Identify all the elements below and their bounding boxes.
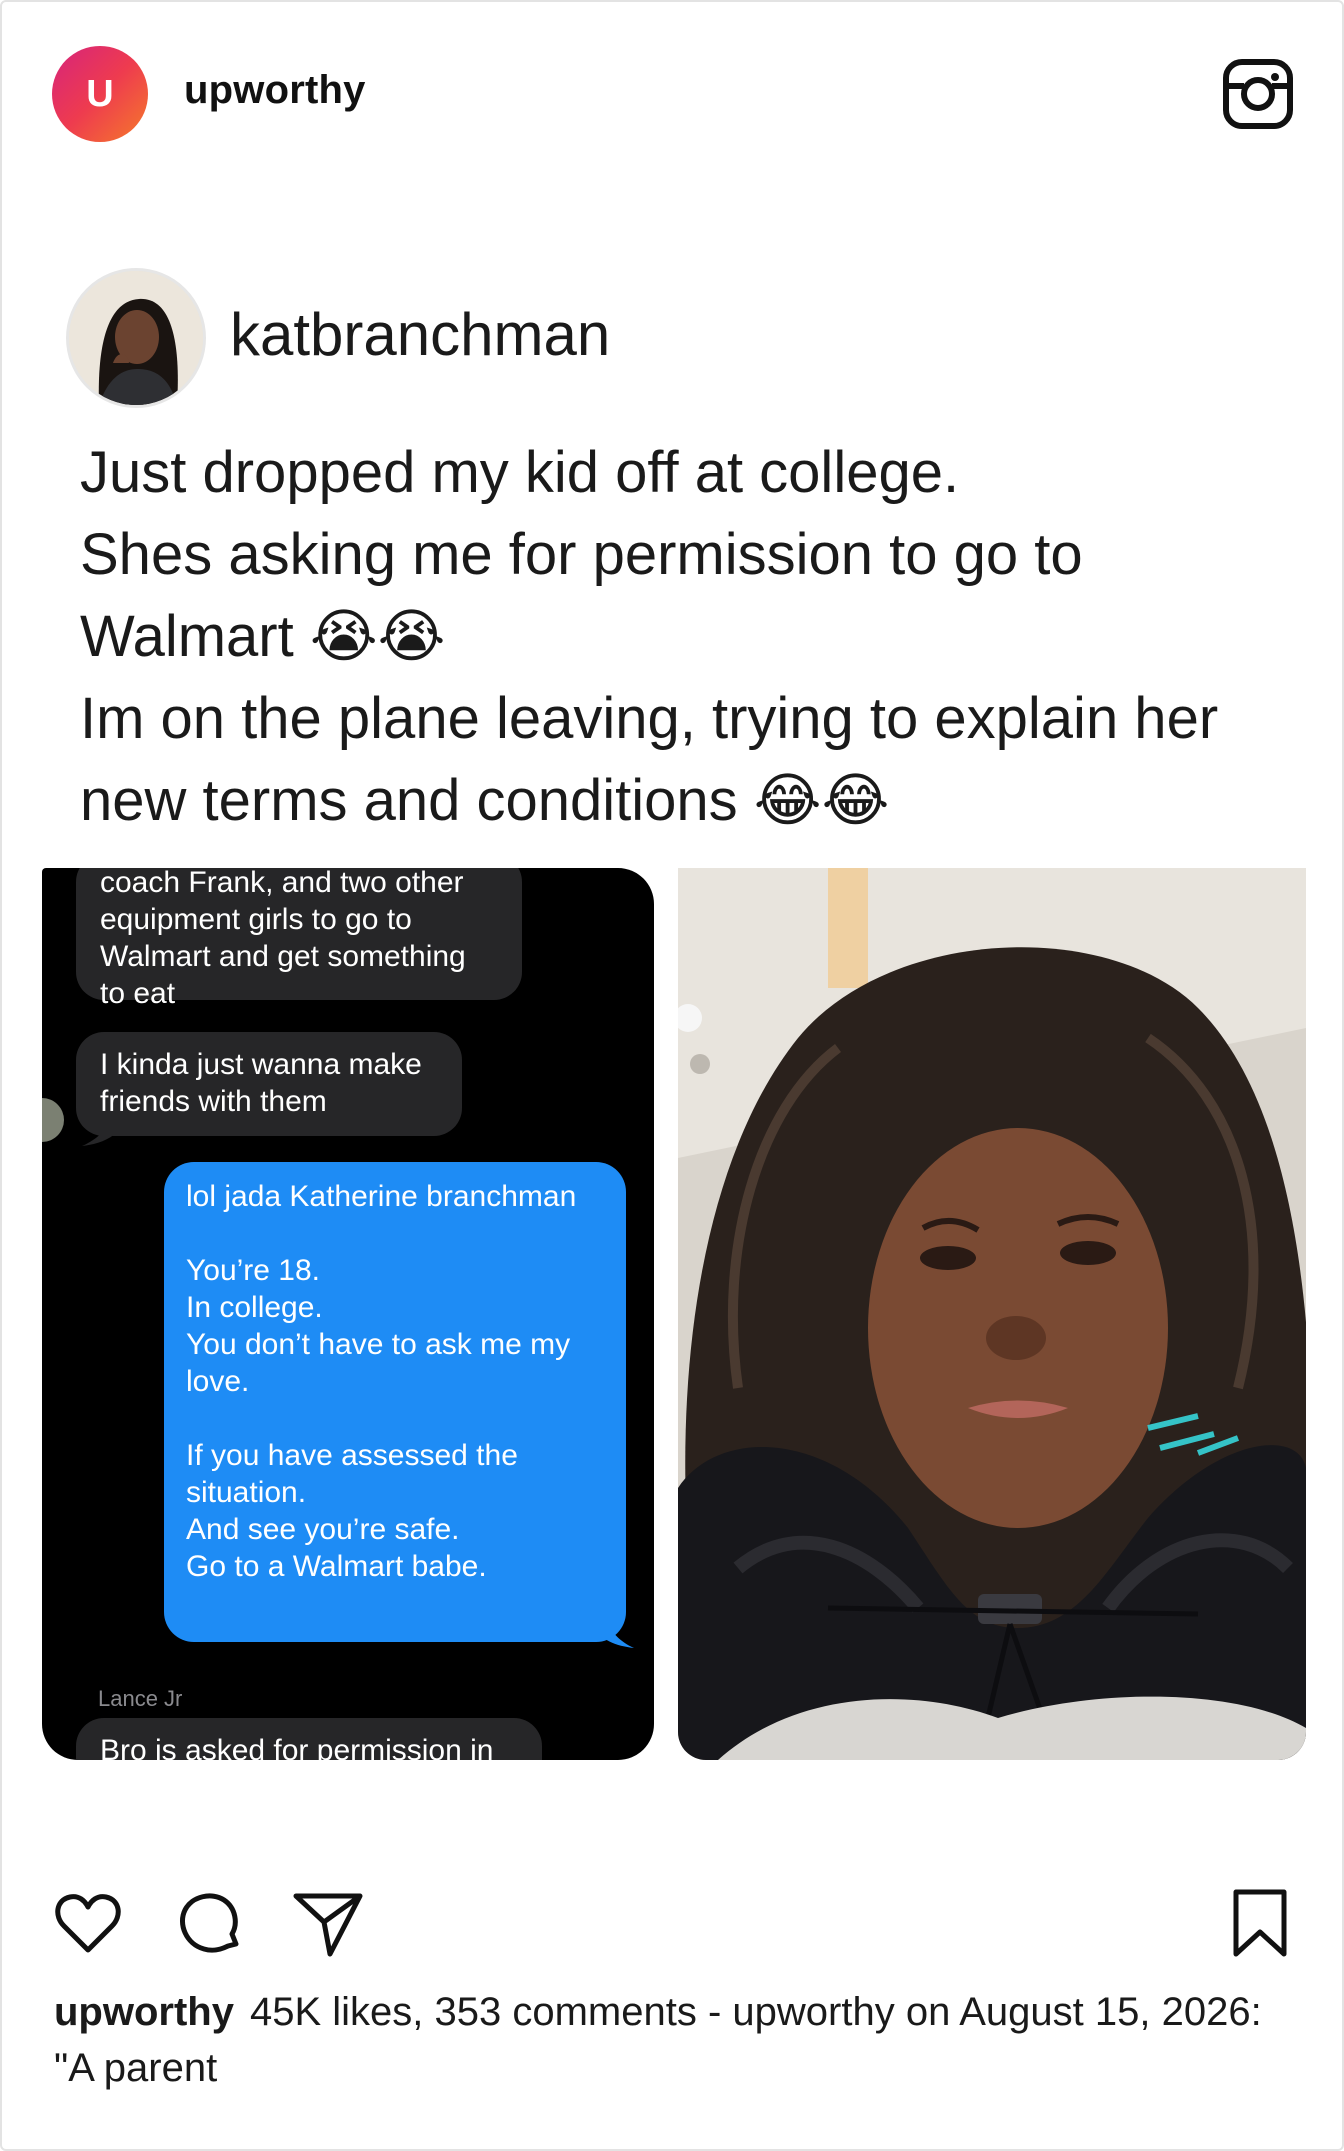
bookmark-icon[interactable] xyxy=(1224,1888,1296,1960)
sender-avatar xyxy=(42,1098,64,1142)
bubble-tail xyxy=(594,1614,634,1648)
post-author-avatar[interactable] xyxy=(66,268,206,408)
send-icon[interactable] xyxy=(292,1888,364,1960)
incoming-message: Bro is asked for permission in xyxy=(76,1718,542,1760)
account-name[interactable]: upworthy xyxy=(184,68,366,113)
outgoing-message: lol jada Katherine branchman You’re 18. … xyxy=(164,1162,626,1642)
sender-name: Lance Jr xyxy=(98,1686,183,1711)
account-avatar[interactable]: U xyxy=(52,46,148,142)
incoming-message: I kinda just wanna make friends with the… xyxy=(76,1032,462,1136)
comment-icon[interactable] xyxy=(174,1888,246,1960)
selfie-illustration xyxy=(678,868,1306,1760)
post-meta: upworthy 45K likes, 353 comments - upwort… xyxy=(54,1984,1294,2096)
instagram-embed-card: U upworthy katbranchman Just dropped my … xyxy=(0,0,1344,2151)
caption-line: Just dropped my kid off at college. xyxy=(80,440,960,505)
caption-line: Shes asking me for permission to go to W… xyxy=(80,522,1083,669)
account-avatar-initial: U xyxy=(86,72,114,115)
instagram-icon[interactable] xyxy=(1222,58,1294,130)
selfie-photo[interactable] xyxy=(678,868,1306,1760)
caption-line: Im on the plane leaving, trying to expla… xyxy=(80,686,1219,833)
bubble-tail xyxy=(82,1114,122,1146)
post-author-username[interactable]: katbranchman xyxy=(230,300,610,369)
meta-username[interactable]: upworthy xyxy=(54,1990,234,2034)
message-screenshot[interactable]: coach Frank, and two other equipment gir… xyxy=(42,868,654,1760)
post-caption: Just dropped my kid off at college. Shes… xyxy=(80,432,1300,842)
heart-icon[interactable] xyxy=(52,1888,124,1960)
meta-text: 45K likes, 353 comments - upworthy on Au… xyxy=(54,1990,1262,2090)
incoming-message: coach Frank, and two other equipment gir… xyxy=(76,868,522,1010)
